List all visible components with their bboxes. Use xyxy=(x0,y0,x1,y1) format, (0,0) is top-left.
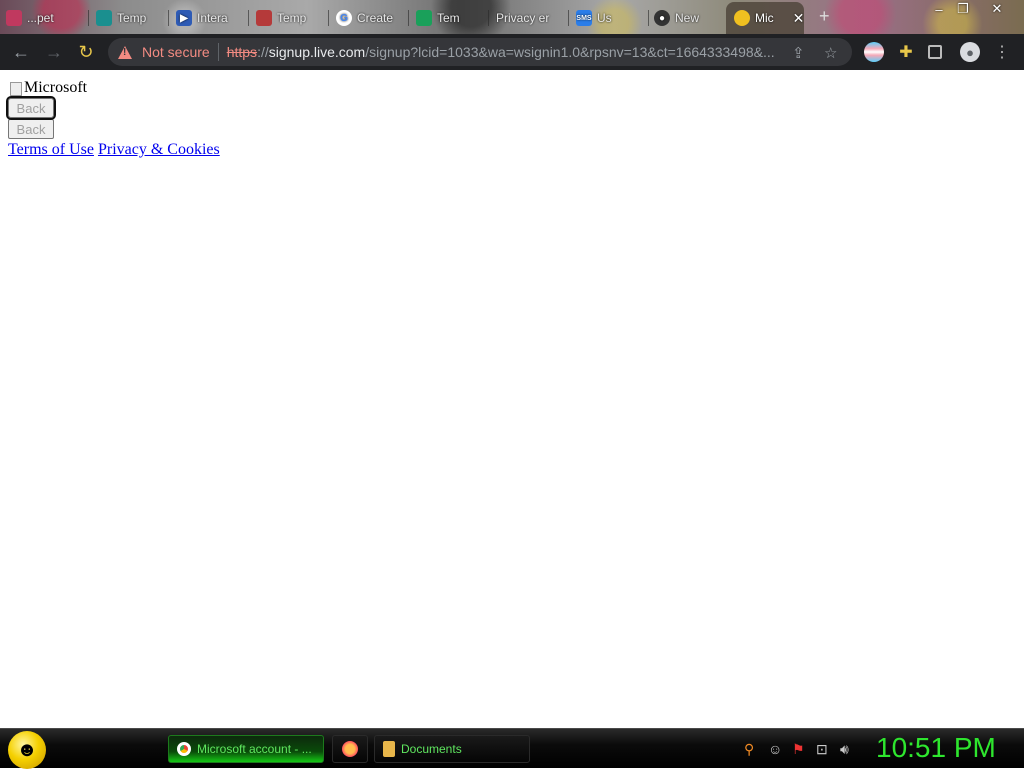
extensions-puzzle-icon[interactable]: ✚ xyxy=(896,42,916,62)
profile-avatar-icon[interactable]: ● xyxy=(960,42,980,62)
chrome-icon xyxy=(177,742,191,756)
address-bar[interactable]: Not secure https://signup.live.com/signu… xyxy=(108,38,852,66)
tab-6[interactable]: Tem xyxy=(416,6,482,30)
tab-1[interactable]: ...pet xyxy=(6,6,84,30)
reload-icon[interactable]: ↻ xyxy=(75,41,97,63)
url-host: signup.live.com xyxy=(268,44,366,60)
logo-alt-text: Microsoft xyxy=(24,79,88,96)
menu-kebab-icon[interactable]: ⋮ xyxy=(992,42,1012,62)
tab-label: Temp xyxy=(277,11,307,25)
close-window-icon[interactable]: ✕ xyxy=(986,0,1008,18)
tab-label: Temp xyxy=(117,11,147,25)
temp-icon xyxy=(96,10,112,26)
tab-4[interactable]: Temp xyxy=(256,6,326,30)
tab-7[interactable]: Privacy er xyxy=(496,6,566,30)
page-content: Microsoft Back Back Terms of Use Privacy … xyxy=(0,70,1024,728)
tab-label: Mic xyxy=(755,11,774,25)
sms-icon: SMS xyxy=(576,10,592,26)
url-separator: :// xyxy=(257,44,269,60)
tab-label: Intera xyxy=(197,11,228,25)
tab-label: Privacy er xyxy=(496,11,550,25)
tab-label: New xyxy=(675,11,700,25)
network-icon[interactable]: ⊡ xyxy=(816,741,828,758)
bookmark-star-icon[interactable]: ☆ xyxy=(824,44,837,62)
chat-icon[interactable]: ☺ xyxy=(768,741,782,757)
close-tab-icon[interactable]: ✕ xyxy=(793,10,804,27)
maximize-icon[interactable]: ❐ xyxy=(952,0,974,18)
url-scheme: https xyxy=(226,44,258,60)
privacy-cookies-link[interactable]: Privacy & Cookies xyxy=(98,141,220,158)
extension-flag-icon[interactable] xyxy=(864,42,884,62)
tab-label: Us xyxy=(597,11,612,25)
new-tab-button[interactable]: + xyxy=(819,6,830,27)
tab-label: Tem xyxy=(437,11,460,25)
tab-9[interactable]: ● New xyxy=(654,6,720,30)
browser-toolbar: ← → ↻ Not secure https://signup.live.com… xyxy=(0,34,1024,70)
forward-arrow-icon[interactable]: → xyxy=(43,41,65,63)
search-icon[interactable]: ⚲ xyxy=(744,741,754,758)
flag-alert-icon[interactable]: ⚑ xyxy=(792,741,805,758)
tab-2[interactable]: Temp xyxy=(96,6,166,30)
play-icon: ▶ xyxy=(176,10,192,26)
taskbar-clock[interactable]: 10:51 PM xyxy=(876,732,996,764)
google-icon: G xyxy=(336,10,352,26)
tab-label: Create xyxy=(357,11,394,25)
minimize-icon[interactable]: – xyxy=(928,0,950,18)
terms-of-use-link[interactable]: Terms of Use xyxy=(8,141,94,158)
temp-icon xyxy=(416,10,432,26)
volume-icon[interactable]: 🔊︎ xyxy=(840,741,849,758)
tab-5[interactable]: G Create xyxy=(336,6,402,30)
warning-icon xyxy=(118,45,132,59)
tab-3[interactable]: ▶ Intera xyxy=(176,6,240,30)
taskbar-item-label: Microsoft account - ... xyxy=(197,742,312,756)
taskbar-item-label: Documents xyxy=(401,742,462,756)
not-secure-label[interactable]: Not secure xyxy=(142,44,210,60)
side-panel-icon[interactable] xyxy=(928,45,942,59)
microsoft-logo: Microsoft xyxy=(8,78,1016,98)
url-path: /signup?lcid=1033&wa=wsignin1.0&rpsnv=13… xyxy=(365,44,775,60)
tab-active-microsoft[interactable]: Mic ✕ xyxy=(726,2,804,34)
broken-image-icon xyxy=(8,80,24,96)
start-smiley-icon[interactable]: ☻ xyxy=(8,731,46,769)
taskbar-item-firefox[interactable] xyxy=(332,735,368,763)
share-icon[interactable]: ⇪ xyxy=(792,44,805,62)
microsoft-icon xyxy=(734,10,750,26)
firefox-icon xyxy=(342,741,358,757)
tab-label: ...pet xyxy=(27,11,54,25)
footer-links: Terms of Use Privacy & Cookies xyxy=(8,141,1016,159)
github-icon: ● xyxy=(654,10,670,26)
folder-icon xyxy=(383,741,395,757)
back-button-secondary[interactable]: Back xyxy=(8,119,54,139)
browser-tab-strip: ...pet Temp ▶ Intera Temp G Create Tem P… xyxy=(0,0,1024,34)
temp-icon xyxy=(256,10,272,26)
taskbar-item-chrome[interactable]: Microsoft account - ... xyxy=(168,735,324,763)
os-taskbar: ☻ Microsoft account - ... Documents ⚲ ☺ … xyxy=(0,728,1024,769)
tab-8[interactable]: SMS Us xyxy=(576,6,642,30)
back-button[interactable]: Back xyxy=(6,96,56,120)
taskbar-item-documents[interactable]: Documents xyxy=(374,735,530,763)
generic-tab-icon xyxy=(6,10,22,26)
back-arrow-icon[interactable]: ← xyxy=(10,41,32,63)
